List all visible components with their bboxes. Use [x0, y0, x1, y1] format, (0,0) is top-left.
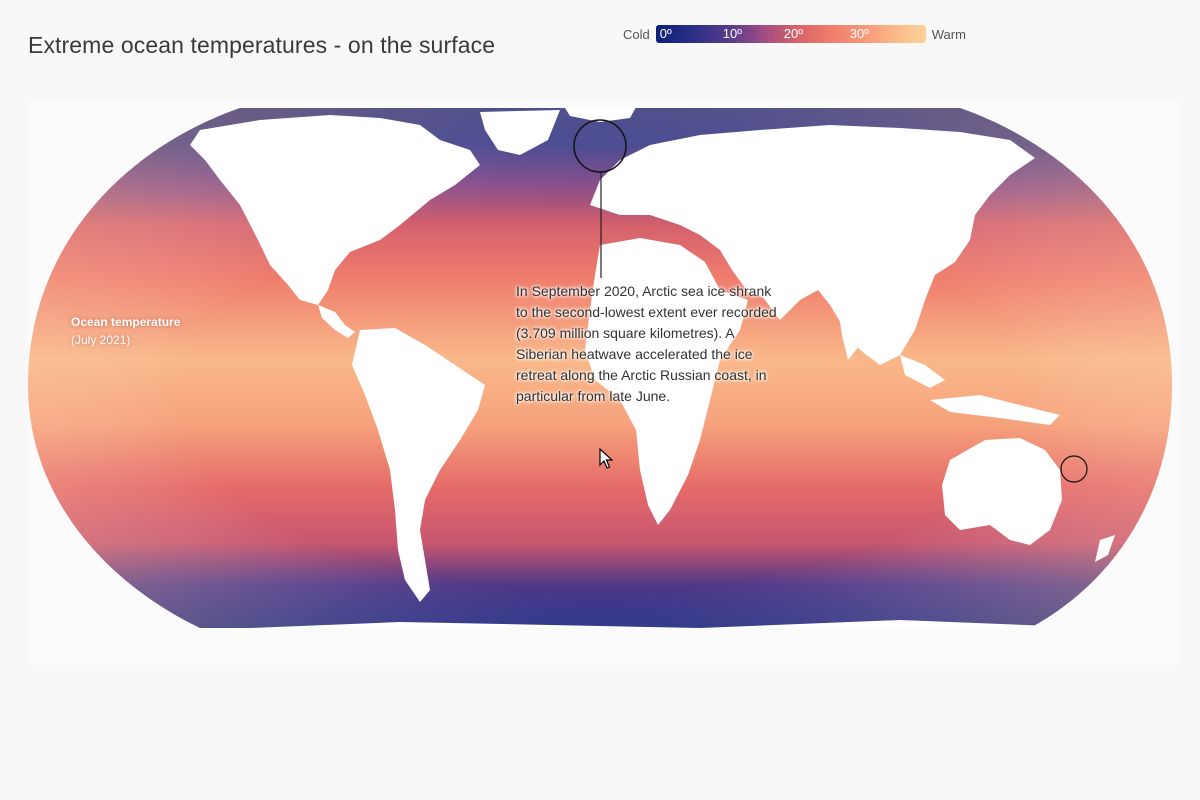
mouse-pointer-icon	[599, 448, 613, 469]
layer-label-bold: Ocean temperature	[71, 315, 181, 329]
layer-label-date: (July 2021)	[71, 333, 131, 347]
map-layer-label: Ocean temperature (July 2021)	[71, 313, 201, 349]
arctic-annotation-text: In September 2020, Arctic sea ice shrank…	[516, 283, 777, 404]
